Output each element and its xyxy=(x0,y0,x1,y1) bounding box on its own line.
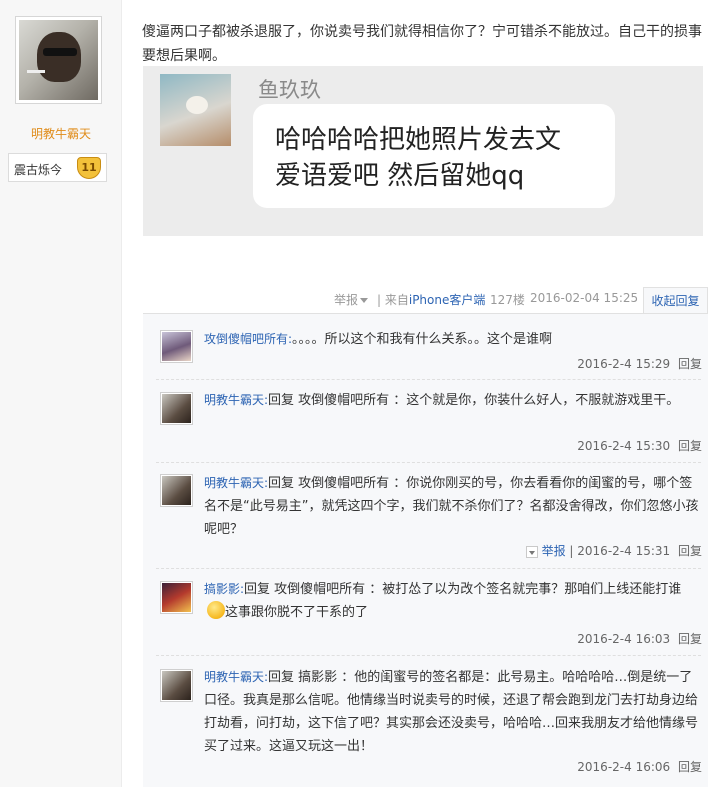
reply-avatar[interactable] xyxy=(160,669,193,702)
reply-button[interactable]: 回复 xyxy=(678,632,702,646)
screenshot-message-line1: 哈哈哈哈把她照片发去文 xyxy=(275,125,562,155)
reply-text: 搞影影:回复 攻倒傻帽吧所有 ：被打怂了以为改个签名就完事？那咱们上线还能打谁这… xyxy=(204,578,699,624)
user-avatar-image xyxy=(162,583,191,612)
reply-datetime: 2016-2-4 16:03 xyxy=(577,632,671,646)
screenshot-sender-name: 鱼玖玖 xyxy=(258,78,321,102)
reply-button[interactable]: 回复 xyxy=(678,357,702,371)
reply-footer: 2016-2-4 15:30 回复 xyxy=(577,437,702,454)
level-title: 震古烁今 xyxy=(14,163,63,177)
reply-divider xyxy=(156,568,701,569)
monkey-avatar-image xyxy=(19,20,98,100)
reply-avatar[interactable] xyxy=(160,581,193,614)
user-avatar-image xyxy=(162,394,191,423)
footer-separator: | xyxy=(569,544,574,558)
reply-datetime: 2016-2-4 15:29 xyxy=(577,357,671,371)
post-floor-number: 127楼 xyxy=(490,293,525,307)
user-avatar-image xyxy=(162,671,191,700)
reply-footer: 2016-2-4 16:03 回复 xyxy=(577,630,702,647)
client-prefix: | 来自 xyxy=(377,293,409,307)
reply-divider xyxy=(156,379,701,380)
reply-footer: 2016-2-4 15:29 回复 xyxy=(577,355,702,372)
reply-content: 回复 攻倒傻帽吧所有 ：这个就是你，你装什么好人，不服就游戏里干。 xyxy=(268,393,680,408)
reply-username-link[interactable]: 搞影影: xyxy=(204,582,244,596)
reply-button[interactable]: 回复 xyxy=(678,439,702,453)
author-name-link[interactable]: 明教牛霸天 xyxy=(0,125,122,142)
reply-text: 明教牛霸天:回复 攻倒傻帽吧所有 ：这个就是你，你装什么好人，不服就游戏里干。 xyxy=(204,389,699,412)
report-dropdown-icon[interactable] xyxy=(525,545,538,558)
user-avatar-image xyxy=(162,332,191,361)
reply-divider xyxy=(156,655,701,656)
post-report-dropdown[interactable]: 举报 xyxy=(334,291,369,308)
reply-divider xyxy=(156,462,701,463)
reply-footer: 举报 | 2016-2-4 15:31 回复 xyxy=(525,542,702,559)
reply-text: 攻倒傻帽吧所有:。。。。所以这个和我有什么关系。。这个是谁啊 xyxy=(204,328,699,351)
collapse-replies-button[interactable]: 收起回复 xyxy=(643,287,708,314)
client-link[interactable]: iPhone客户端 xyxy=(409,293,486,307)
caret-down-icon xyxy=(360,298,369,303)
reply-button[interactable]: 回复 xyxy=(678,760,702,774)
reply-avatar[interactable] xyxy=(160,392,193,425)
level-shield-icon: 11 xyxy=(77,157,101,179)
post-body-text: 傻逼两口子都被杀退服了，你说卖号我们就得相信你了？宁可错杀不能放过。自己干的损事… xyxy=(142,24,702,64)
screenshot-message-bubble: 哈哈哈哈把她照片发去文 爱语爱吧 然后留她qq xyxy=(253,104,615,208)
reply-username-link[interactable]: 明教牛霸天: xyxy=(204,393,268,407)
chat-screenshot-image: 鱼玖玖 哈哈哈哈把她照片发去文 爱语爱吧 然后留她qq xyxy=(143,66,703,236)
post-report-label: 举报 xyxy=(334,293,359,307)
reply-username-link[interactable]: 明教牛霸天: xyxy=(204,476,268,490)
level-badge-box[interactable]: 震古烁今 11 xyxy=(8,153,107,182)
reply-avatar[interactable] xyxy=(160,330,193,363)
reply-footer: 2016-2-4 16:06 回复 xyxy=(577,758,702,775)
smile-emoji-icon xyxy=(207,601,225,619)
reply-text: 明教牛霸天:回复 攻倒傻帽吧所有 ：你说你刚买的号，你去看看你的闺蜜的号，哪个签… xyxy=(204,472,699,541)
reply-username-link[interactable]: 明教牛霸天: xyxy=(204,670,268,684)
user-avatar-image xyxy=(162,476,191,505)
screenshot-message-line2: 爱语爱吧 然后留她qq xyxy=(275,161,525,191)
reply-text: 明教牛霸天:回复 搞影影 ：他的闺蜜号的签名都是：此号易主。哈哈哈哈…倒是统一了… xyxy=(204,666,699,758)
reply-avatar[interactable] xyxy=(160,474,193,507)
post-datetime: 2016-02-04 15:25 xyxy=(530,291,639,305)
post-client-info: | 来自iPhone客户端 xyxy=(377,291,485,308)
author-avatar[interactable] xyxy=(15,16,102,104)
level-number: 11 xyxy=(77,157,101,179)
reply-datetime: 2016-2-4 16:06 xyxy=(577,760,671,774)
hamster-avatar-image xyxy=(160,74,231,146)
reply-panel: 攻倒傻帽吧所有:。。。。所以这个和我有什么关系。。这个是谁啊 2016-2-4 … xyxy=(143,313,708,787)
reply-datetime: 2016-2-4 15:31 xyxy=(577,544,671,558)
reply-username-link[interactable]: 攻倒傻帽吧所有: xyxy=(204,332,292,346)
reply-content: 回复 搞影影 ：他的闺蜜号的签名都是：此号易主。哈哈哈哈…倒是统一了口径。我真是… xyxy=(204,670,699,754)
reply-content: 。。。。所以这个和我有什么关系。。这个是谁啊 xyxy=(292,332,553,347)
reply-datetime: 2016-2-4 15:30 xyxy=(577,439,671,453)
author-sidebar: 明教牛霸天 震古烁今 11 xyxy=(0,0,122,787)
reply-content-part1: 回复 攻倒傻帽吧所有 ：被打怂了以为改个签名就完事？那咱们上线还能打谁 xyxy=(244,582,682,597)
reply-report-link[interactable]: 举报 xyxy=(542,544,566,558)
reply-button[interactable]: 回复 xyxy=(678,544,702,558)
reply-content-part2: 这事跟你脱不了干系的了 xyxy=(225,605,369,620)
reply-content: 回复 攻倒傻帽吧所有 ：你说你刚买的号，你去看看你的闺蜜的号，哪个签名不是“此号… xyxy=(204,476,699,537)
